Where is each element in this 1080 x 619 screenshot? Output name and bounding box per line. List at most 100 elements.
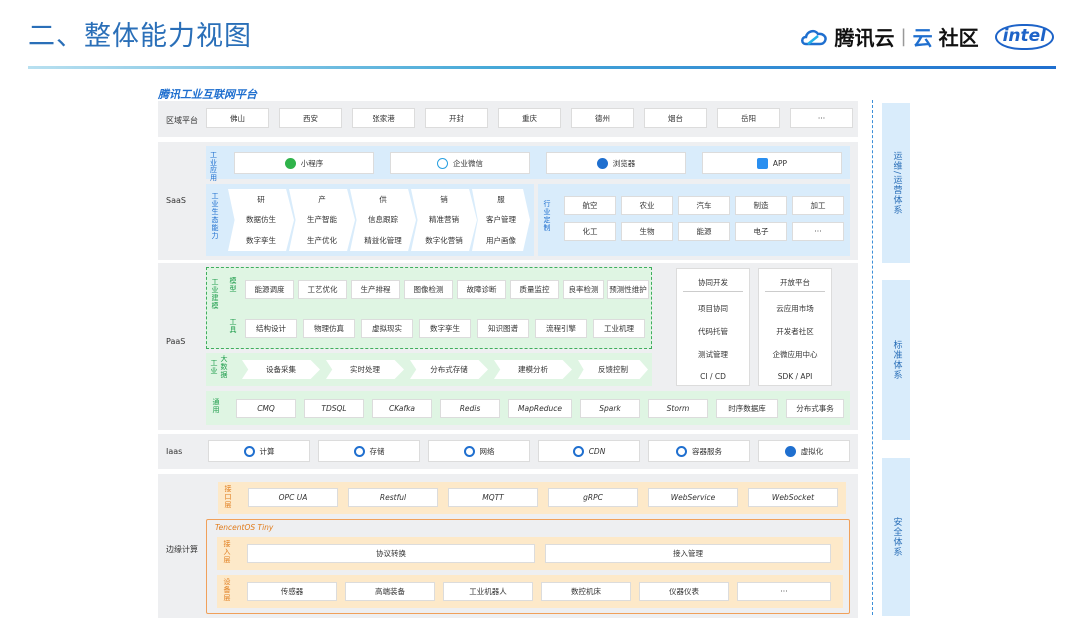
brand-community: 社区	[938, 26, 979, 50]
industry-item: 化工	[564, 222, 616, 241]
saas-band: SaaS 工业应用 小程序 企业微信 浏览器 APP 工业生态能力 研数据仿生数…	[158, 142, 858, 260]
appstore-icon	[756, 157, 768, 169]
eco-item: 生产智能	[307, 215, 337, 225]
general-label: 通用	[212, 398, 220, 414]
saas-app-row: 工业应用 小程序 企业微信 浏览器 APP	[206, 146, 850, 182]
interface-item: WebService	[648, 488, 738, 507]
device-item: 传感器	[247, 582, 337, 601]
general-item: Spark	[580, 399, 640, 418]
access-label: 接入层	[223, 540, 231, 564]
paas-label: PaaS	[166, 337, 186, 346]
iaas-storage: 存储	[318, 440, 420, 462]
eco-col: 研数据仿生 数字孪生	[228, 189, 294, 251]
app-label-text: APP	[772, 158, 788, 168]
iaas-band: Iaas 计算 存储 网络 CDN 容器服务 虚拟化	[158, 434, 858, 469]
brand-logo: 腾讯云 | 云 社区 intel	[799, 22, 1054, 51]
collab-panel: 协同开发 项目协同 代码托管 测试管理 CI / CD	[676, 268, 750, 386]
iaas-item-label: 容器服务	[692, 446, 722, 456]
bigdata-label-2: 大数据	[220, 355, 228, 379]
bigdata-step: 设备采集	[242, 360, 320, 379]
side-label: 标准体系	[891, 340, 902, 380]
tool-item: 流程引擎	[535, 319, 587, 338]
container-icon	[676, 445, 687, 457]
edge-interface-row: 接口层 OPC UA Restful MQTT gRPC WebService …	[218, 482, 846, 514]
page-title: 二、整体能力视图	[28, 21, 252, 52]
side-label: 运维/运营体系	[891, 150, 902, 216]
side-divider	[872, 100, 873, 615]
collab-divider	[683, 291, 743, 292]
iaas-item-label: CDN	[588, 446, 606, 456]
app-label-text: 浏览器	[612, 158, 636, 168]
device-item: ···	[737, 582, 831, 601]
region-item: ···	[790, 108, 853, 128]
brand-name: 腾讯云	[834, 26, 895, 50]
region-item: 岳阳	[717, 108, 780, 128]
model-item: 图像检测	[404, 280, 453, 299]
paas-band: PaaS 工业建模 模型 能源调度 工艺优化 生产排程 图像检测 故障诊断 质量…	[158, 263, 858, 430]
network-icon	[463, 445, 475, 457]
device-item: 工业机器人	[443, 582, 533, 601]
paas-general: 通用 CMQ TDSQL CKafka Redis MapReduce Spar…	[206, 391, 850, 425]
device-label: 设备层	[223, 578, 231, 602]
iaas-cdn: CDN	[538, 440, 640, 462]
interface-label: 接口层	[224, 485, 232, 509]
interface-item: OPC UA	[248, 488, 338, 507]
app-label-text: 企业微信	[453, 158, 483, 168]
header-rule	[28, 66, 1056, 69]
paas-bigdata: 工业 大数据 设备采集 实时处理 分布式存储 建模分析 反馈控制	[206, 353, 652, 386]
general-item: 时序数据库	[716, 399, 778, 418]
eco-col: 服客户管理 用户画像	[472, 189, 530, 251]
eco-item: 客户管理	[486, 215, 516, 225]
model-label: 模型	[229, 277, 237, 293]
iaas-container: 容器服务	[648, 440, 750, 462]
eco-item: 生产优化	[307, 236, 337, 246]
eco-head: 销	[440, 194, 448, 204]
app-wecom: 企业微信	[390, 152, 530, 174]
tool-item: 工业机理	[593, 319, 645, 338]
industry-label: 行业定制	[543, 200, 551, 232]
region-item: 张家港	[352, 108, 415, 128]
edge-access-row: 接入层 协议转换 接入管理	[217, 537, 843, 570]
edge-device-row: 设备层 传感器 高端装备 工业机器人 数控机床 仪器仪表 ···	[217, 575, 843, 608]
open-item: 云应用市场	[776, 304, 814, 313]
brand-yun: 云	[912, 26, 933, 50]
eco-item: 用户画像	[486, 236, 516, 246]
paas-modeling: 工业建模 模型 能源调度 工艺优化 生产排程 图像检测 故障诊断 质量监控 良率…	[206, 267, 652, 349]
model-item: 能源调度	[245, 280, 294, 299]
general-item: CKafka	[372, 399, 432, 418]
compute-icon	[243, 445, 255, 457]
model-item: 工艺优化	[298, 280, 347, 299]
industry-item: 制造	[735, 196, 787, 215]
tiny-label: TencentOS Tiny	[215, 523, 274, 532]
iaas-virtualization: 虚拟化	[758, 440, 850, 462]
general-item: CMQ	[236, 399, 296, 418]
general-item: Storm	[648, 399, 708, 418]
intel-logo: intel	[994, 23, 1054, 50]
side-standard-system: 标准体系	[882, 280, 910, 440]
platform-title: 腾讯工业互联网平台	[158, 88, 257, 101]
open-item: 开发者社区	[776, 327, 814, 336]
eco-col: 供信息跟踪 精益化管理	[350, 189, 416, 251]
miniprogram-icon	[284, 157, 296, 169]
model-item: 质量监控	[510, 280, 559, 299]
browser-icon	[596, 157, 608, 169]
region-band: 区域平台 佛山 西安 张家港 开封 重庆 德州 烟台 岳阳 ···	[158, 101, 858, 137]
eco-head: 产	[318, 194, 326, 204]
tool-item: 知识图谱	[477, 319, 529, 338]
cdn-icon	[572, 445, 584, 457]
industry-item: 能源	[678, 222, 730, 241]
region-label: 区域平台	[166, 116, 198, 125]
bigdata-label-1: 工业	[210, 359, 218, 375]
iaas-network: 网络	[428, 440, 530, 462]
tool-item: 数字孪生	[419, 319, 471, 338]
open-platform-panel: 开放平台 云应用市场 开发者社区 企微应用中心 SDK / API	[758, 268, 832, 386]
collab-item: CI / CD	[700, 372, 726, 381]
storage-icon	[353, 445, 365, 457]
region-item: 重庆	[498, 108, 561, 128]
iaas-item-label: 虚拟化	[800, 446, 824, 456]
access-item: 协议转换	[247, 544, 535, 563]
general-item: 分布式事务	[786, 399, 844, 418]
tool-item: 物理仿真	[303, 319, 355, 338]
eco-col: 销精准营销 数字化营销	[411, 189, 477, 251]
eco-col: 产生产智能 生产优化	[289, 189, 355, 251]
